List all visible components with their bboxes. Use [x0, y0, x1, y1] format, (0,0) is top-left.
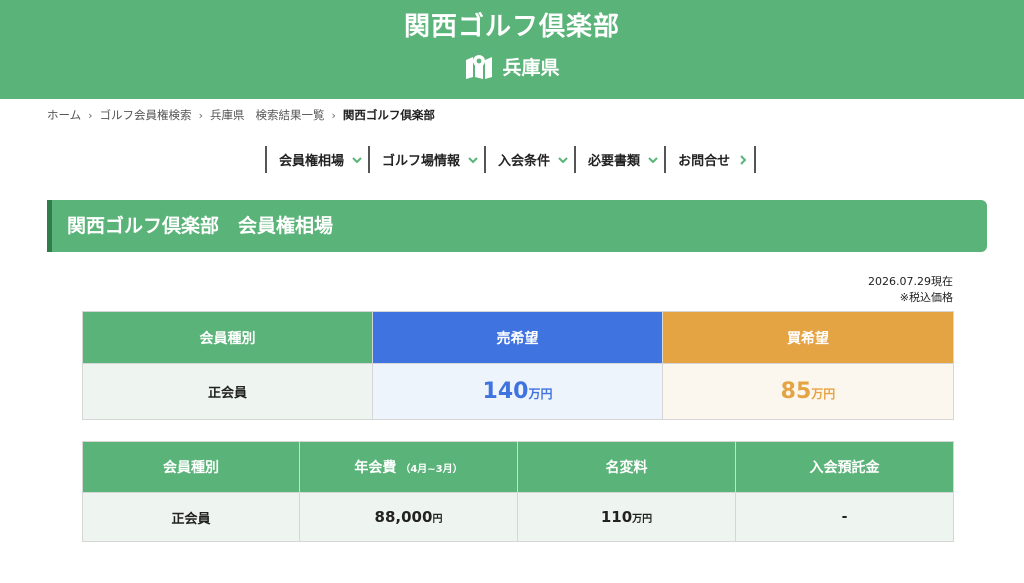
- nav-item-label: ゴルフ場情報: [382, 154, 461, 169]
- annual-fee-value: 88,000: [374, 508, 433, 526]
- cell-sell-price: 140万円: [372, 363, 663, 420]
- prefecture-label: 兵庫県: [0, 52, 1024, 80]
- cell-annual-fee: 88,000円: [299, 492, 518, 542]
- breadcrumb-current: 関西ゴルフ倶楽部: [342, 108, 435, 122]
- annual-fee-label: 年会費: [354, 460, 397, 476]
- nav-item-contact[interactable]: お問合せ: [664, 146, 757, 173]
- chevron-down-icon: [468, 156, 478, 163]
- cell-membership-type: 正会員: [82, 363, 373, 420]
- cell-membership-type: 正会員: [82, 492, 300, 542]
- header-membership-type: 会員種別: [82, 441, 300, 493]
- prefecture-name: 兵庫県: [502, 56, 560, 79]
- header-buy: 買希望: [662, 311, 954, 364]
- buy-price-unit: 万円: [811, 387, 836, 401]
- table-row: 正会員 140万円 85万円: [82, 363, 954, 420]
- tax-note: ※税込価格: [899, 291, 953, 304]
- header-transfer-fee: 名変料: [517, 441, 736, 493]
- cell-deposit: -: [735, 492, 954, 542]
- section-heading: 関西ゴルフ倶楽部 会員権相場: [47, 200, 987, 252]
- cell-buy-price: 85万円: [662, 363, 954, 420]
- breadcrumb-prefecture[interactable]: 兵庫県: [210, 107, 245, 123]
- annual-fee-unit: 円: [432, 514, 443, 525]
- sell-price-unit: 万円: [528, 387, 553, 401]
- table-row: 正会員 88,000円 110万円 -: [82, 492, 954, 542]
- transfer-fee-unit: 万円: [632, 514, 653, 525]
- nav-item-label: お問合せ: [678, 154, 731, 169]
- chevron-down-icon: [352, 156, 362, 163]
- buy-price-value: 85: [780, 379, 812, 404]
- as-of-date: 2026.07.29現在: [868, 275, 953, 288]
- breadcrumb-home[interactable]: ホーム: [47, 107, 81, 123]
- chevron-right-icon: ›: [88, 108, 93, 122]
- section-nav: 会員権相場 ゴルフ場情報 入会条件 必要書類 お問合せ: [265, 146, 757, 173]
- sell-price-value: 140: [482, 379, 529, 404]
- nav-item-label: 必要書類: [588, 154, 641, 169]
- nav-item-label: 入会条件: [498, 154, 551, 169]
- nav-item-label: 会員権相場: [279, 154, 345, 169]
- price-table: 会員種別 売希望 買希望 正会員 140万円 85万円: [82, 311, 954, 420]
- breadcrumb-search[interactable]: ゴルフ会員権検索: [100, 107, 192, 123]
- page-title: 関西ゴルフ倶楽部: [403, 12, 620, 42]
- table-header-row: 会員種別 年会費 （4月~3月） 名変料 入会預託金: [82, 441, 954, 493]
- header-annual-fee: 年会費 （4月~3月）: [299, 441, 518, 493]
- price-as-of: 2026.07.29現在 ※税込価格: [868, 274, 953, 306]
- nav-item-market-price[interactable]: 会員権相場: [265, 146, 368, 173]
- nav-item-required-documents[interactable]: 必要書類: [574, 146, 664, 173]
- header-membership-type: 会員種別: [82, 311, 373, 364]
- chevron-down-icon: [648, 156, 658, 163]
- nav-item-course-info[interactable]: ゴルフ場情報: [368, 146, 484, 173]
- transfer-fee-value: 110: [600, 508, 633, 526]
- breadcrumb: ホーム › ゴルフ会員権検索 › 兵庫県 検索結果一覧 › 関西ゴルフ倶楽部: [47, 107, 435, 123]
- chevron-right-icon: ›: [198, 108, 203, 122]
- nav-item-membership-conditions[interactable]: 入会条件: [484, 146, 574, 173]
- map-pin-icon: [466, 55, 493, 79]
- cell-transfer-fee: 110万円: [517, 492, 736, 542]
- page-header: 関西ゴルフ倶楽部 兵庫県: [0, 0, 1024, 99]
- table-header-row: 会員種別 売希望 買希望: [82, 311, 954, 364]
- chevron-down-icon: [558, 156, 568, 163]
- header-sell: 売希望: [372, 311, 663, 364]
- breadcrumb-results[interactable]: 検索結果一覧: [255, 107, 324, 123]
- annual-fee-period: （4月~3月）: [400, 464, 463, 475]
- header-deposit: 入会預託金: [735, 441, 954, 493]
- chevron-right-icon: [740, 154, 747, 165]
- fee-table: 会員種別 年会費 （4月~3月） 名変料 入会預託金 正会員 88,000円 11…: [82, 441, 954, 542]
- chevron-right-icon: ›: [331, 108, 336, 122]
